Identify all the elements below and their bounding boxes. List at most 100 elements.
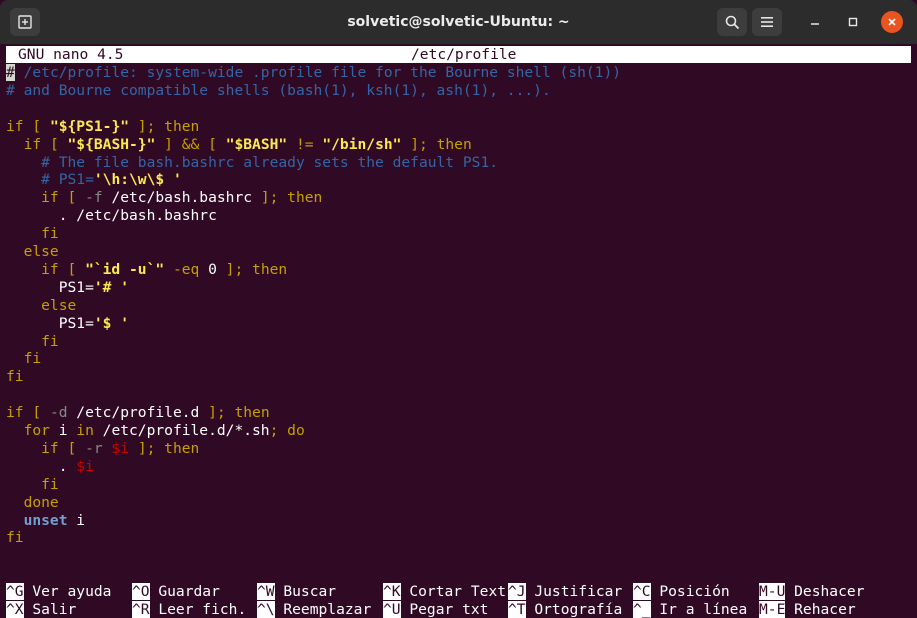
code-token: fi <box>6 332 59 350</box>
code-token: else <box>6 296 77 314</box>
code-token: 0 <box>208 260 217 278</box>
code-token: /etc/bash.bashrc <box>102 189 253 207</box>
code-line: fi <box>6 350 42 368</box>
code-token: unset <box>6 511 68 529</box>
code-token: /etc/profile: system-wide .profile file … <box>14 64 622 81</box>
shortcut-item[interactable]: ^U Pegar txt <box>383 601 488 618</box>
code-token: "${BASH-}" <box>67 135 156 153</box>
code-token: -eq <box>164 260 209 278</box>
code-line: PS1='# ' <box>6 279 129 297</box>
shortcut-item[interactable]: ^R Leer fich. <box>132 601 246 618</box>
code-token: ; do <box>269 422 305 439</box>
shortcut-label: Cortar Text <box>400 583 507 600</box>
code-token: $i <box>111 439 130 457</box>
code-token: '# ' <box>93 278 130 296</box>
code-line: # PS1='\h:\w\$ ' <box>6 171 182 189</box>
shortcut-item[interactable]: M-E Rehacer <box>759 601 856 618</box>
code-token: "/bin/sh" <box>322 135 402 153</box>
shortcut-item[interactable]: ^K Cortar Text <box>383 583 506 601</box>
close-icon[interactable] <box>881 11 903 33</box>
text-cursor: # <box>6 64 15 81</box>
hamburger-menu-icon[interactable] <box>752 8 782 36</box>
shortcut-key: M-U <box>759 583 786 600</box>
code-token: ]; then <box>129 439 200 457</box>
code-line: . $i <box>6 458 94 476</box>
code-line: if [ "`id -u`" -eq 0 ]; then <box>6 261 287 279</box>
code-line: fi <box>6 333 59 351</box>
code-token: i <box>49 422 77 439</box>
shortcut-key: ^U <box>383 601 401 618</box>
code-token: # and Bourne compatible shells (bash(1),… <box>6 81 551 99</box>
terminal-area[interactable]: GNU nano 4.5 /etc/profile # /etc/profile… <box>0 44 917 618</box>
shortcut-key: ^C <box>633 583 651 600</box>
code-token: ]; then <box>252 189 323 207</box>
code-line: fi <box>6 476 59 494</box>
code-token: "`id -u`" <box>85 260 165 278</box>
code-token: . <box>6 457 77 475</box>
code-token: PS1= <box>6 278 94 296</box>
shortcut-key: ^G <box>6 583 24 600</box>
code-line: for i in /etc/profile.d/*.sh; do <box>6 422 305 440</box>
shortcut-item[interactable]: ^C Posición <box>633 583 730 601</box>
shortcut-label: Buscar <box>274 583 337 600</box>
code-token: [ <box>58 260 86 278</box>
shortcut-item[interactable]: M-U Deshacer <box>759 583 864 601</box>
code-token: if <box>6 189 59 207</box>
code-token: ]; then <box>216 260 288 278</box>
minimize-icon[interactable] <box>804 11 826 33</box>
nano-filename: /etc/profile <box>411 46 517 63</box>
code-token: in <box>76 422 94 439</box>
code-token: if <box>6 439 59 457</box>
code-line: else <box>6 243 59 261</box>
shortcut-label: Posición <box>650 583 730 600</box>
maximize-icon[interactable] <box>842 11 864 33</box>
code-line: # /etc/profile: system-wide .profile fil… <box>6 64 621 82</box>
code-token: "$BASH" <box>225 135 288 153</box>
shortcut-label: Ver ayuda <box>23 583 112 600</box>
code-token: fi <box>6 350 42 368</box>
nano-version: GNU nano 4.5 <box>18 46 124 63</box>
code-line: fi <box>6 225 59 243</box>
shortcut-key: ^K <box>383 583 401 600</box>
search-icon[interactable] <box>717 8 747 36</box>
code-token: if <box>6 404 24 422</box>
code-line: fi <box>6 368 24 386</box>
code-token: else <box>6 243 59 260</box>
shortcut-item[interactable]: ^X Salir <box>6 601 76 618</box>
shortcut-key: ^\ <box>257 601 275 618</box>
terminal-window: solvetic@solvetic-Ubuntu: ~ GNU nano 4.5… <box>0 0 917 618</box>
shortcut-item[interactable]: ^J Justificar <box>508 583 622 601</box>
code-line: PS1='$ ' <box>6 315 129 333</box>
code-line: . /etc/bash.bashrc <box>6 207 217 225</box>
code-token: [ <box>23 404 50 422</box>
shortcut-item[interactable]: ^G Ver ayuda <box>6 583 111 601</box>
shortcut-label: Justificar <box>525 583 623 600</box>
shortcut-label: Guardar <box>149 583 220 600</box>
code-line: else <box>6 297 76 315</box>
shortcut-key: ^O <box>132 583 150 600</box>
code-token: if <box>6 260 59 278</box>
code-line: if [ "${BASH-}" ] && [ "$BASH" != "/bin/… <box>6 136 472 154</box>
code-token: done <box>6 493 59 511</box>
code-token: [ <box>58 439 86 457</box>
shortcut-item[interactable]: ^W Buscar <box>257 583 336 601</box>
shortcut-item[interactable]: ^O Guardar <box>132 583 220 601</box>
shortcut-item[interactable]: ^_ Ir a línea <box>633 601 747 618</box>
code-line: done <box>6 494 59 512</box>
code-line: unset i <box>6 511 86 530</box>
code-token: if <box>6 117 24 135</box>
shortcut-key: ^T <box>508 601 526 618</box>
shortcut-item[interactable]: ^\ Reemplazar <box>257 601 371 618</box>
shortcut-key: ^J <box>508 583 526 600</box>
code-token: PS1= <box>6 314 94 332</box>
shortcut-label: Rehacer <box>785 601 856 618</box>
code-token: -r <box>85 439 103 457</box>
new-tab-icon[interactable] <box>10 8 40 36</box>
shortcut-label: Pegar txt <box>400 601 489 618</box>
window-title: solvetic@solvetic-Ubuntu: ~ <box>347 14 570 30</box>
shortcut-label: Ir a línea <box>650 601 748 618</box>
shortcut-item[interactable]: ^T Ortografía <box>508 601 622 618</box>
code-line: if [ -d /etc/profile.d ]; then <box>6 404 270 422</box>
code-token: /etc/profile.d/*.sh <box>93 422 270 439</box>
shortcut-label: Ortografía <box>525 601 623 618</box>
